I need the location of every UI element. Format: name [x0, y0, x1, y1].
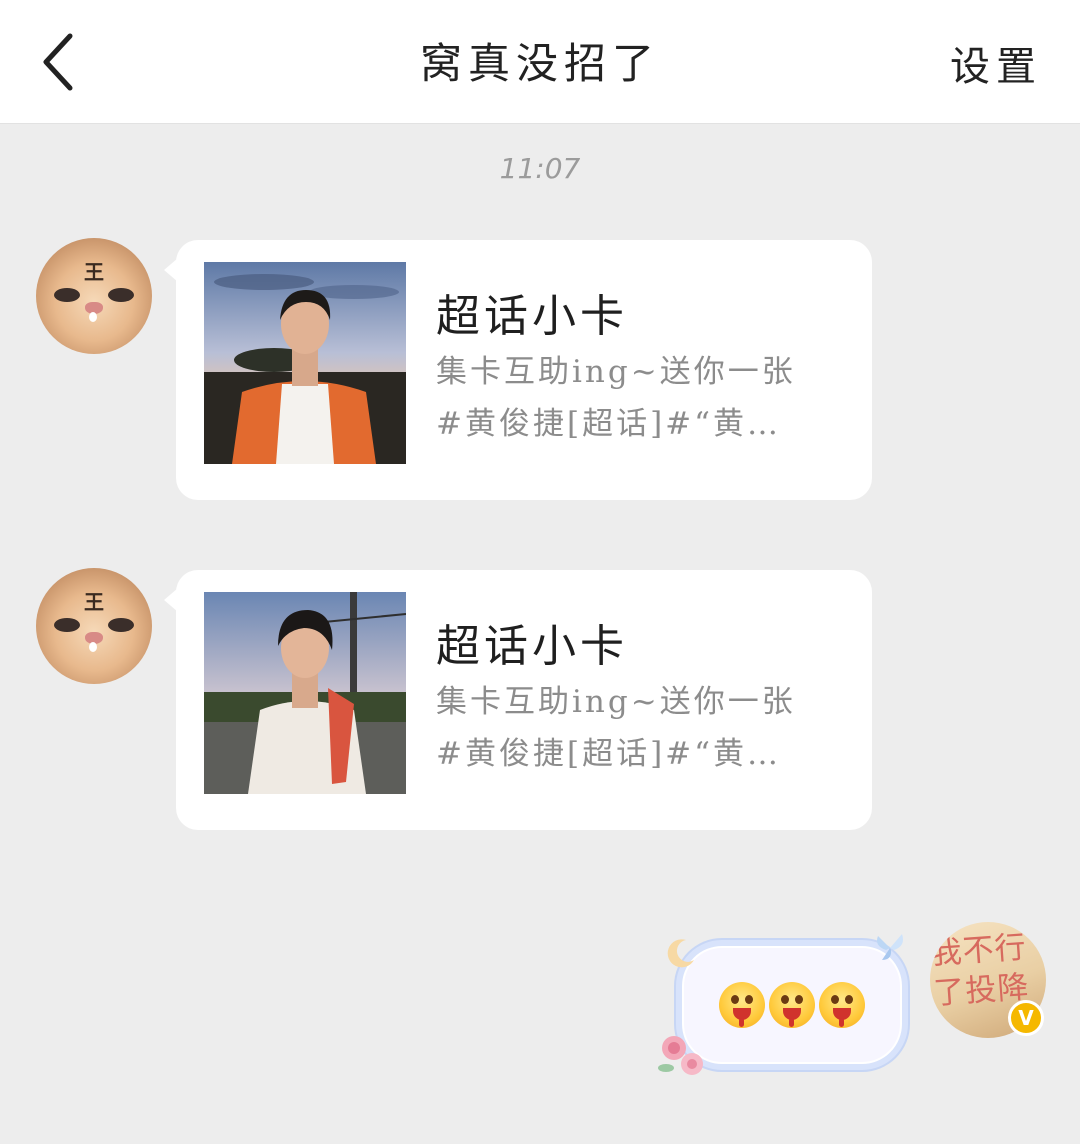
contact-avatar[interactable]: 王 [36, 568, 152, 684]
avatar-forehead-text: 王 [84, 260, 104, 284]
card-description: 集卡互助ing~送你一张 #黄俊捷[超话]#“黄… [436, 676, 836, 780]
card-title: 超话小卡 [436, 291, 628, 342]
supertopic-card-message[interactable]: 超话小卡 集卡互助ing~送你一张 #黄俊捷[超话]#“黄… [164, 240, 872, 500]
cat-tear [89, 642, 97, 652]
cat-eye [108, 618, 134, 632]
settings-button[interactable]: 设置 [950, 34, 1042, 92]
verified-badge-icon: V [1008, 1000, 1044, 1036]
butterfly-decoration-icon [877, 934, 903, 960]
rose-decoration-icon [658, 1036, 703, 1075]
cat-eye [108, 288, 134, 302]
avatar-forehead-text: 王 [84, 590, 104, 614]
nosebleed-emoji-icon [819, 982, 865, 1028]
card-desc-line: 集卡互助ing~送你一张 [436, 684, 796, 720]
cat-tear [89, 312, 97, 322]
supertopic-card-message[interactable]: 超话小卡 集卡互助ing~送你一张 #黄俊捷[超话]#“黄… [164, 570, 872, 830]
card-description: 集卡互助ing~送你一张 #黄俊捷[超话]#“黄… [436, 346, 836, 450]
chat-header: 窝真没招了 设置 [0, 0, 1080, 124]
card-title: 超话小卡 [436, 621, 628, 672]
contact-avatar[interactable]: 王 [36, 238, 152, 354]
card-desc-line: 集卡互助ing~送你一张 [436, 354, 796, 390]
card-thumbnail [204, 262, 406, 464]
card-desc-line: #黄俊捷[超话]#“黄… [436, 406, 781, 442]
card-desc-line: #黄俊捷[超话]#“黄… [436, 736, 781, 772]
message-timestamp: 11:07 [499, 152, 581, 185]
moon-decoration-icon [667, 939, 694, 968]
card-thumbnail [204, 592, 406, 794]
cat-eye [54, 618, 80, 632]
chat-title: 窝真没招了 [419, 39, 660, 88]
nosebleed-emoji-icon [719, 982, 765, 1028]
nosebleed-emoji-icon [769, 982, 815, 1028]
cat-eye [54, 288, 80, 302]
